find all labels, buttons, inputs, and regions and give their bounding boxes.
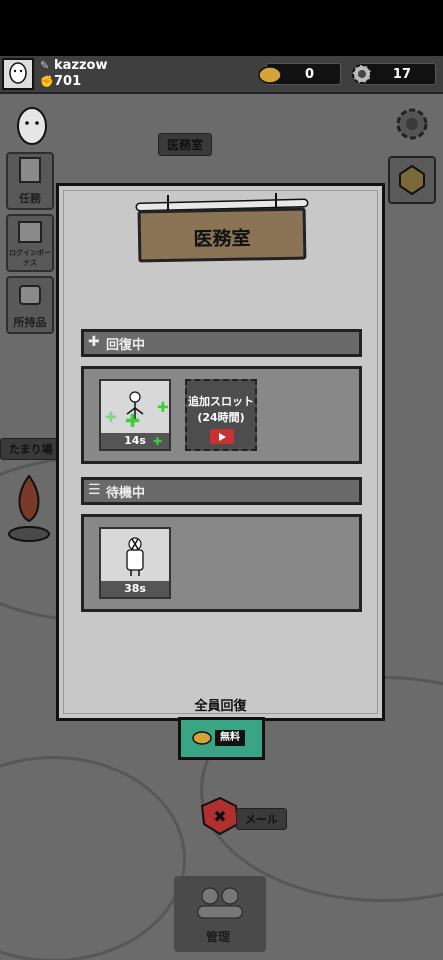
sidebar-item-label: ログインボーナス [9, 249, 51, 267]
character-icon [126, 537, 144, 576]
waiting-slot[interactable]: 38s [99, 527, 171, 599]
title-sign: 医務室 [130, 183, 314, 273]
status-bar [0, 0, 443, 56]
gold-nugget-icon [257, 61, 283, 87]
list-icon: ☰ [88, 482, 101, 498]
waiting-header: ☰ 待機中 [81, 477, 362, 505]
recovering-panel: ✚ ✚ ✚ ✚ 14s 追加スロット (24時間) [81, 366, 362, 464]
free-badge: 無料 [215, 730, 245, 746]
waiting-panel: 38s [81, 514, 362, 612]
sidebar-item-inventory[interactable]: 所持品 [6, 276, 54, 334]
bag-icon [19, 285, 41, 305]
player-score: 701 [54, 74, 82, 89]
settings-gear-icon[interactable] [392, 104, 432, 144]
manage-button[interactable]: 管理 [174, 876, 266, 952]
video-ad-icon [210, 429, 234, 444]
add-slot-button[interactable]: 追加スロット (24時間) [185, 379, 257, 451]
gear-icon [349, 61, 375, 87]
fist-icon: ✊ [40, 75, 54, 88]
sidebar-item-label: 任務 [19, 192, 41, 205]
gold-amount: 0 [304, 67, 314, 82]
calendar-icon [18, 221, 42, 243]
heal-plus-icon: ✚ [157, 400, 169, 416]
top-bar: ✎ kazzow ✊ 701 0 17 [0, 56, 443, 94]
heal-plus-icon: ✚ [105, 410, 117, 426]
add-slot-title: 追加スロット [188, 395, 254, 408]
shop-icon[interactable] [388, 156, 436, 204]
recovering-slot[interactable]: ✚ ✚ ✚ ✚ 14s [99, 379, 171, 451]
bonfire-map-label: たまり場 [0, 438, 62, 460]
sign-board: 医務室 [137, 207, 307, 263]
player-avatar[interactable] [2, 58, 34, 90]
recovering-header: ✚ 回復中 [81, 329, 362, 357]
heal-plus-icon: ✚ [153, 435, 163, 448]
heal-all-button[interactable]: 無料 [178, 717, 265, 760]
edit-name-icon[interactable]: ✎ [40, 59, 49, 72]
gold-nugget-icon [192, 731, 212, 745]
sidebar-item-login-bonus[interactable]: ログインボーナス [6, 214, 54, 272]
heal-all-label: 全員回復 [194, 699, 247, 714]
plus-icon: ✚ [88, 334, 100, 350]
svg-text:✖: ✖ [213, 807, 226, 826]
character-head-icon[interactable] [10, 104, 54, 148]
people-icon [197, 887, 243, 919]
bonfire-icon[interactable] [4, 466, 54, 546]
sidebar-item-missions[interactable]: 任務 [6, 152, 54, 210]
gear-amount: 17 [392, 67, 411, 82]
heal-plus-icon: ✚ [125, 411, 141, 432]
player-name: kazzow [54, 58, 108, 73]
modal-title: 医務室 [193, 227, 251, 251]
waiting-timer: 38s [101, 581, 169, 597]
map-path [0, 756, 186, 960]
manage-label: 管理 [206, 930, 231, 944]
mail-map-label: メール [236, 808, 287, 830]
infirmary-map-label: 医務室 [158, 133, 213, 156]
recovering-header-text: 回復中 [106, 338, 146, 353]
gear-counter[interactable]: 17 [352, 63, 436, 85]
waiting-header-text: 待機中 [106, 486, 146, 501]
gold-counter[interactable]: 0 [258, 63, 341, 85]
alert-badge-icon[interactable]: ✖ [200, 796, 240, 836]
add-slot-subtitle: (24時間) [197, 411, 245, 424]
sidebar-item-label: 所持品 [13, 316, 47, 329]
clipboard-icon [19, 157, 41, 183]
